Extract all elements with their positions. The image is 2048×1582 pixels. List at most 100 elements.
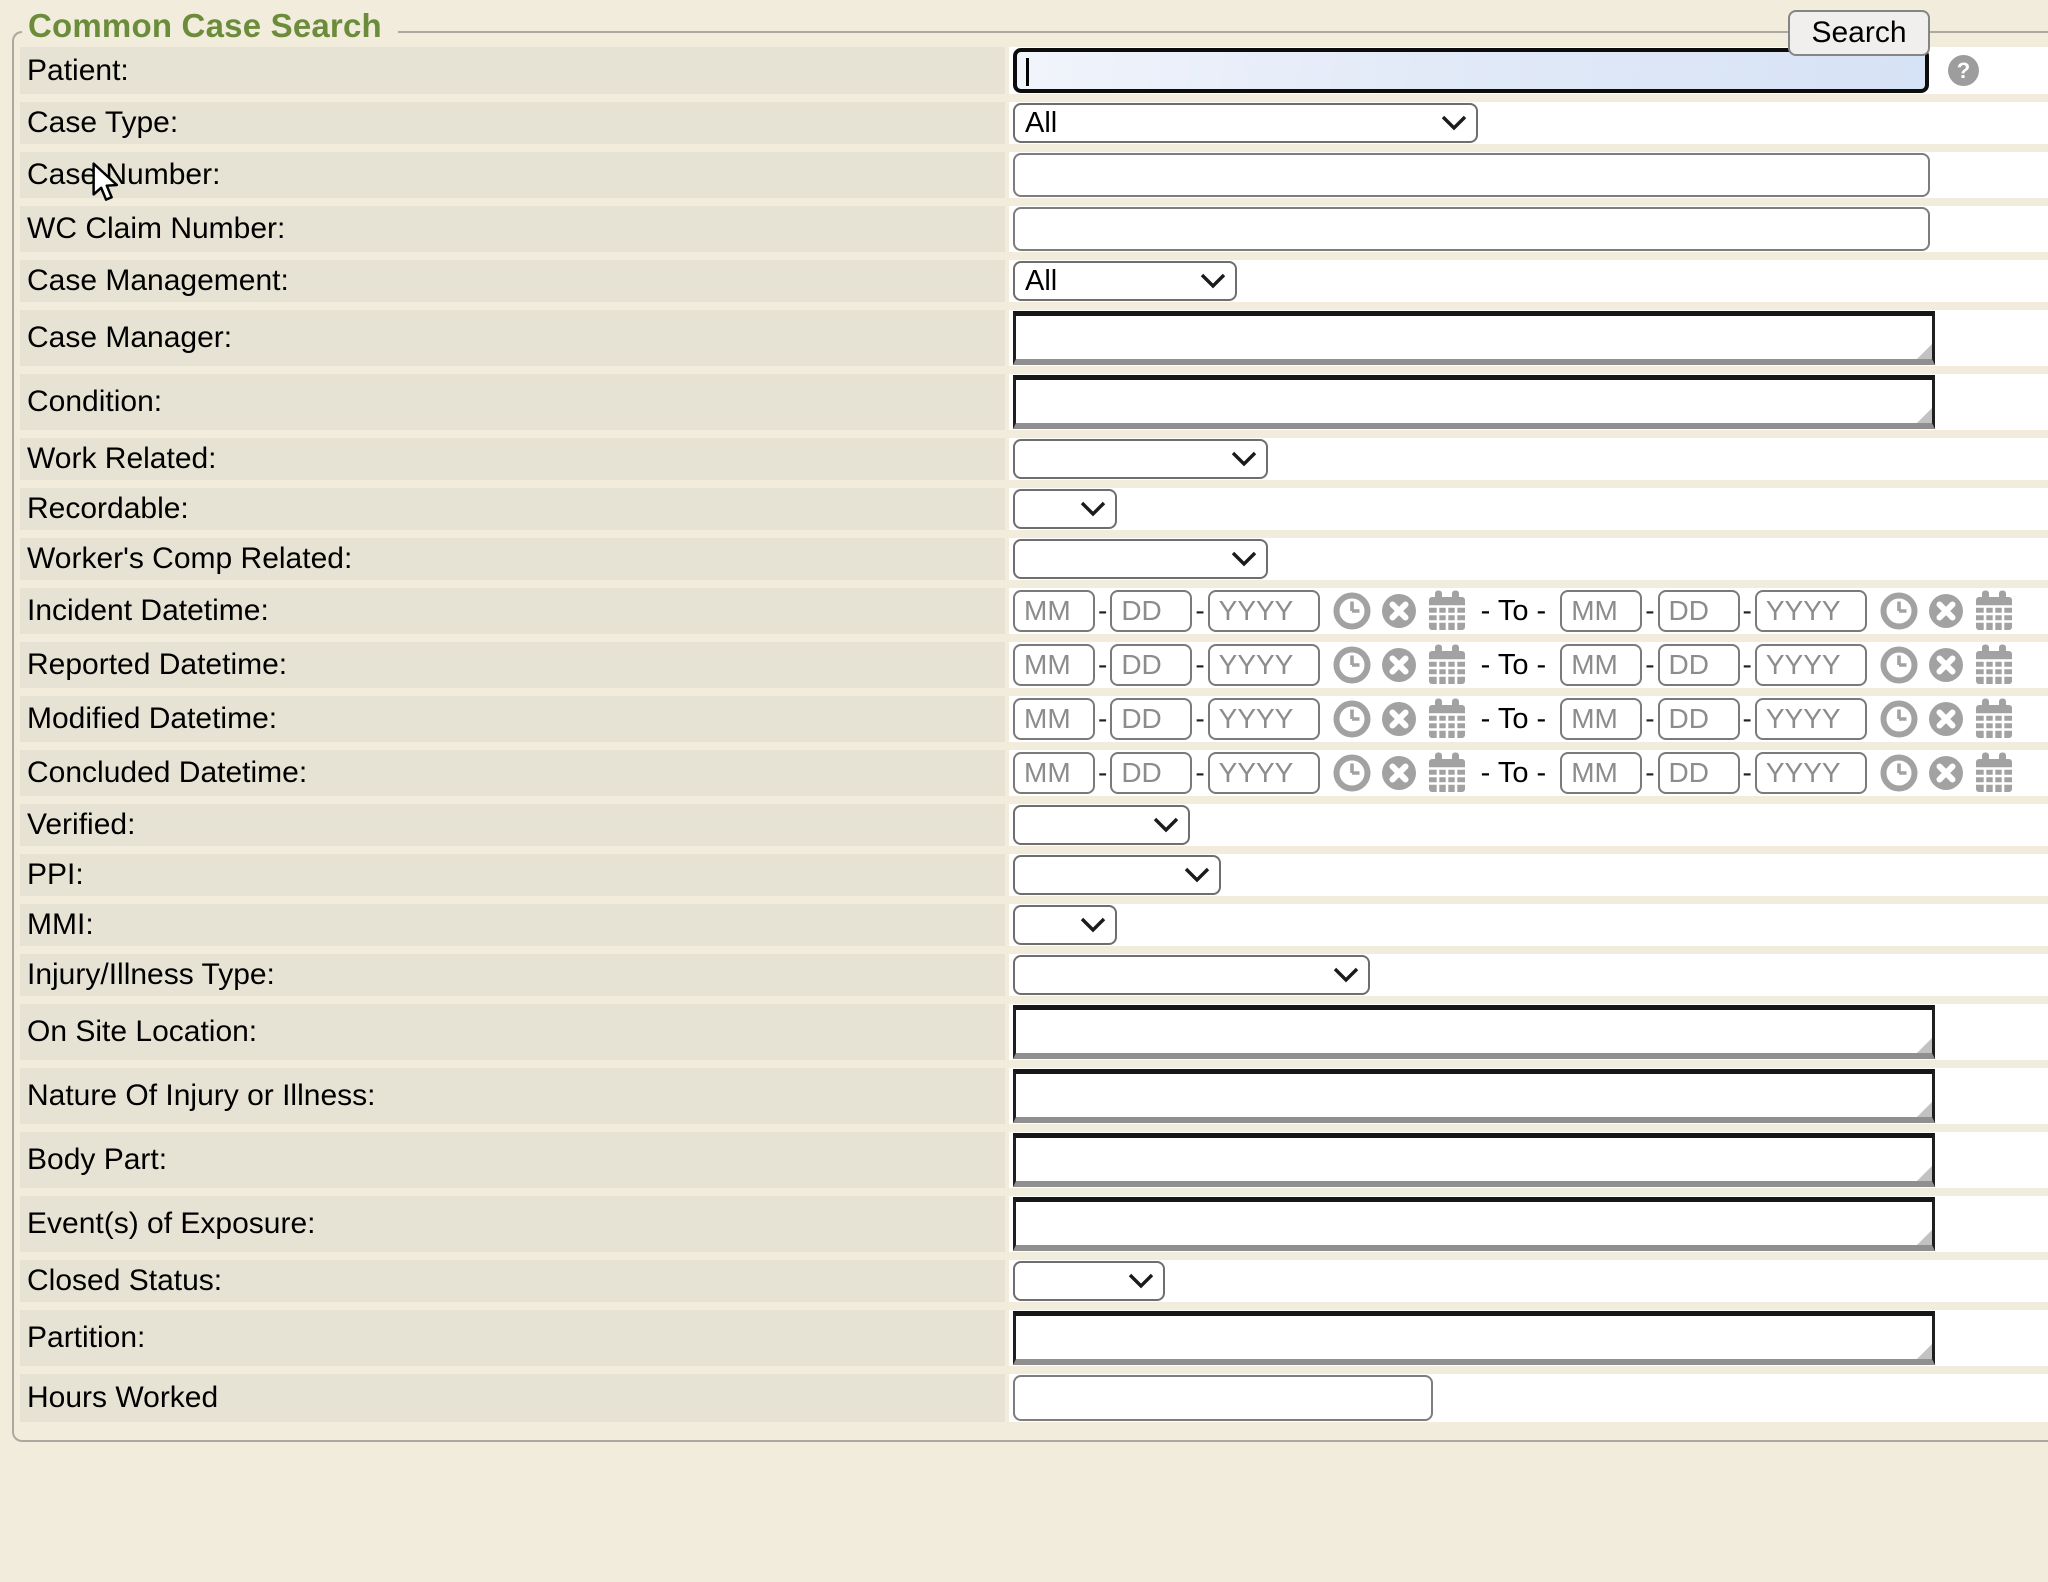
incident-datetime-from-day-input[interactable] bbox=[1110, 590, 1192, 632]
reported-datetime-from-day-input[interactable] bbox=[1110, 644, 1192, 686]
modified-datetime-to-year-input[interactable] bbox=[1755, 698, 1867, 740]
reported-datetime-to-date-group: -- bbox=[1560, 643, 2014, 687]
incident-datetime-from-year-input[interactable] bbox=[1208, 590, 1320, 632]
date-separator: - bbox=[1195, 703, 1204, 735]
incident-datetime-from-month-input[interactable] bbox=[1013, 590, 1095, 632]
clear-icon[interactable] bbox=[1927, 592, 1965, 630]
reported-datetime-from-month-input[interactable] bbox=[1013, 644, 1095, 686]
clear-icon[interactable] bbox=[1380, 646, 1418, 684]
clear-icon[interactable] bbox=[1927, 646, 1965, 684]
work-related-select[interactable] bbox=[1013, 439, 1268, 479]
concluded-datetime-from-date-group: -- bbox=[1013, 751, 1467, 795]
clock-icon[interactable] bbox=[1333, 754, 1371, 792]
clear-icon[interactable] bbox=[1380, 754, 1418, 792]
selected-value: All bbox=[1025, 107, 1057, 140]
wc-claim-number-input[interactable] bbox=[1013, 207, 1930, 251]
label-text: Case Management: bbox=[27, 264, 289, 298]
incident-datetime-to-day-input[interactable] bbox=[1658, 590, 1740, 632]
modified-datetime-from-date-group: -- bbox=[1013, 697, 1467, 741]
case-management-select[interactable]: All bbox=[1013, 261, 1237, 301]
resize-grip-icon[interactable] bbox=[1917, 1038, 1932, 1053]
label-text: Worker's Comp Related: bbox=[27, 542, 352, 576]
form-row-work-related: Work Related: bbox=[20, 438, 2048, 480]
ppi-select[interactable] bbox=[1013, 855, 1221, 895]
form-row-injury-illness-type: Injury/Illness Type: bbox=[20, 954, 2048, 996]
calendar-icon[interactable] bbox=[1974, 589, 2014, 633]
modified-datetime-from-day-input[interactable] bbox=[1110, 698, 1192, 740]
date-separator: - bbox=[1743, 595, 1752, 627]
search-button[interactable]: Search bbox=[1788, 10, 1930, 56]
concluded-datetime-from-year-input[interactable] bbox=[1208, 752, 1320, 794]
incident-datetime-to-date-group: -- bbox=[1560, 589, 2014, 633]
calendar-icon[interactable] bbox=[1974, 643, 2014, 687]
reported-datetime-range: --- To --- bbox=[1013, 643, 2014, 687]
verified-select[interactable] bbox=[1013, 805, 1190, 845]
clock-icon[interactable] bbox=[1880, 646, 1918, 684]
form-actions: Search bbox=[0, 10, 2048, 56]
modified-datetime-to-month-input[interactable] bbox=[1560, 698, 1642, 740]
reported-datetime-to-month-input[interactable] bbox=[1560, 644, 1642, 686]
incident-datetime-to-month-input[interactable] bbox=[1560, 590, 1642, 632]
field-modified-datetime: --- To --- bbox=[1009, 696, 2048, 742]
modified-datetime-from-month-input[interactable] bbox=[1013, 698, 1095, 740]
field-case-type: All bbox=[1009, 102, 2048, 144]
label-work-related: Work Related: bbox=[20, 438, 1005, 480]
incident-datetime-to-year-input[interactable] bbox=[1755, 590, 1867, 632]
help-icon[interactable]: ? bbox=[1948, 55, 1979, 86]
clock-icon[interactable] bbox=[1880, 754, 1918, 792]
concluded-datetime-to-day-input[interactable] bbox=[1658, 752, 1740, 794]
calendar-icon[interactable] bbox=[1974, 751, 2014, 795]
label-closed-status: Closed Status: bbox=[20, 1260, 1005, 1302]
calendar-icon[interactable] bbox=[1427, 589, 1467, 633]
clear-icon[interactable] bbox=[1380, 592, 1418, 630]
event-s-of-exposure-textarea[interactable] bbox=[1013, 1197, 1935, 1251]
clear-icon[interactable] bbox=[1927, 754, 1965, 792]
form-row-mmi: MMI: bbox=[20, 904, 2048, 946]
calendar-icon[interactable] bbox=[1427, 643, 1467, 687]
label-case-number: Case Number: bbox=[20, 152, 1005, 198]
case-manager-textarea[interactable] bbox=[1013, 311, 1935, 365]
clock-icon[interactable] bbox=[1333, 592, 1371, 630]
modified-datetime-from-year-input[interactable] bbox=[1208, 698, 1320, 740]
resize-grip-icon[interactable] bbox=[1917, 1230, 1932, 1245]
clock-icon[interactable] bbox=[1333, 646, 1371, 684]
closed-status-select[interactable] bbox=[1013, 1261, 1165, 1301]
condition-textarea[interactable] bbox=[1013, 375, 1935, 429]
modified-datetime-to-day-input[interactable] bbox=[1658, 698, 1740, 740]
form-row-case-type: Case Type:All bbox=[20, 102, 2048, 144]
case-number-input[interactable] bbox=[1013, 153, 1930, 197]
case-type-select[interactable]: All bbox=[1013, 103, 1478, 143]
resize-grip-icon[interactable] bbox=[1917, 344, 1932, 359]
clock-icon[interactable] bbox=[1880, 592, 1918, 630]
concluded-datetime-from-day-input[interactable] bbox=[1110, 752, 1192, 794]
form-row-hours-worked: Hours Worked bbox=[20, 1374, 2048, 1422]
reported-datetime-to-year-input[interactable] bbox=[1755, 644, 1867, 686]
hours-worked-input[interactable] bbox=[1013, 1375, 1433, 1421]
on-site-location-textarea[interactable] bbox=[1013, 1005, 1935, 1059]
clear-icon[interactable] bbox=[1380, 700, 1418, 738]
partition-textarea[interactable] bbox=[1013, 1311, 1935, 1365]
resize-grip-icon[interactable] bbox=[1917, 1344, 1932, 1359]
reported-datetime-to-day-input[interactable] bbox=[1658, 644, 1740, 686]
label-text: PPI: bbox=[27, 858, 84, 892]
worker-s-comp-related-select[interactable] bbox=[1013, 539, 1268, 579]
field-ppi bbox=[1009, 854, 2048, 896]
resize-grip-icon[interactable] bbox=[1917, 1102, 1932, 1117]
clock-icon[interactable] bbox=[1333, 700, 1371, 738]
calendar-icon[interactable] bbox=[1427, 751, 1467, 795]
concluded-datetime-to-year-input[interactable] bbox=[1755, 752, 1867, 794]
body-part-textarea[interactable] bbox=[1013, 1133, 1935, 1187]
calendar-icon[interactable] bbox=[1974, 697, 2014, 741]
concluded-datetime-from-month-input[interactable] bbox=[1013, 752, 1095, 794]
injury-illness-type-select[interactable] bbox=[1013, 955, 1370, 995]
nature-of-injury-or-illness-textarea[interactable] bbox=[1013, 1069, 1935, 1123]
clock-icon[interactable] bbox=[1880, 700, 1918, 738]
concluded-datetime-to-month-input[interactable] bbox=[1560, 752, 1642, 794]
reported-datetime-from-year-input[interactable] bbox=[1208, 644, 1320, 686]
calendar-icon[interactable] bbox=[1427, 697, 1467, 741]
recordable-select[interactable] bbox=[1013, 489, 1117, 529]
resize-grip-icon[interactable] bbox=[1917, 408, 1932, 423]
mmi-select[interactable] bbox=[1013, 905, 1117, 945]
clear-icon[interactable] bbox=[1927, 700, 1965, 738]
resize-grip-icon[interactable] bbox=[1917, 1166, 1932, 1181]
